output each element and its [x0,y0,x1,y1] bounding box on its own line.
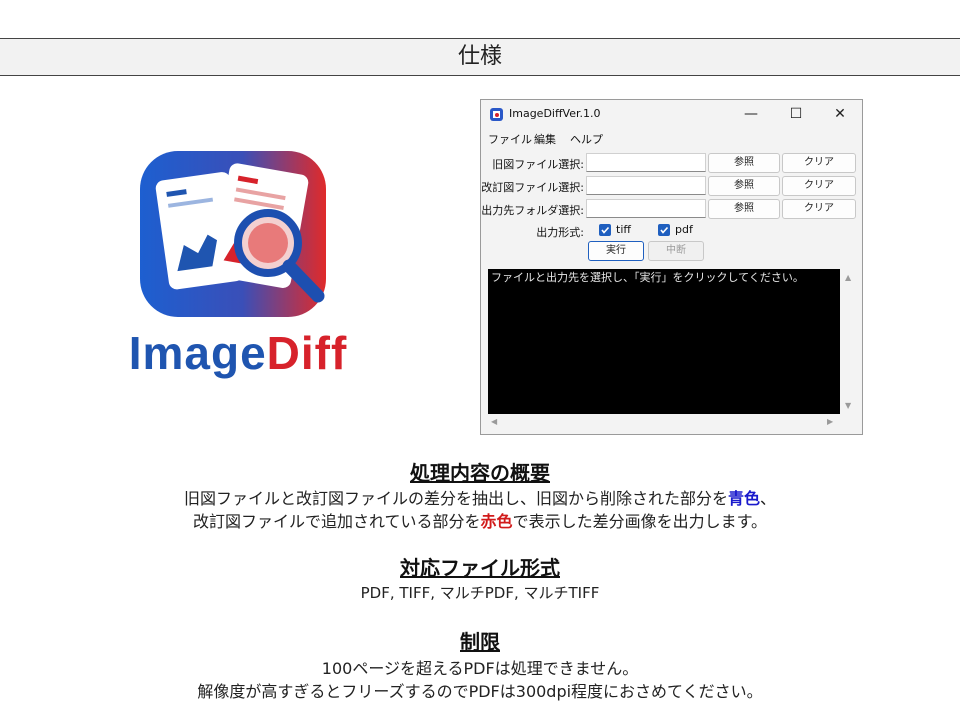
tiff-checkbox-label: tiff [616,223,631,236]
formats-heading: 対応ファイル形式 [400,556,560,580]
overview-heading: 処理内容の概要 [410,461,550,485]
menu-bar: ファイル 編集 ヘルプ [481,128,862,148]
new-file-input[interactable] [586,176,706,195]
pdf-checkbox[interactable] [658,224,670,236]
app-window: ImageDiffVer.1.0 — ☐ ✕ ファイル 編集 ヘルプ 旧図ファイ… [480,99,863,435]
new-file-clear-button[interactable]: クリア [782,176,856,196]
app-logo-icon [140,151,326,317]
slide-title: 仕様 [0,38,960,76]
check-icon [660,226,669,234]
old-file-label: 旧図ファイル選択: [492,158,584,171]
new-file-browse-button[interactable]: 参照 [708,176,780,196]
new-file-label: 改訂図ファイル選択: [481,181,584,194]
console-horizontal-scrollbar[interactable]: ◀ ▶ [488,414,840,430]
console-vertical-scrollbar[interactable]: ▲ ▼ [840,269,857,414]
overview-line-1-text: 旧図ファイルと改訂図ファイルの差分を抽出し、旧図から削除された部分を [183,489,728,508]
output-format-label: 出力形式: [536,226,584,239]
window-title: ImageDiffVer.1.0 [509,107,601,120]
app-small-icon [490,108,503,121]
logo-wordmark: ImageDiff [108,326,368,380]
blue-keyword: 青色 [727,489,760,508]
old-file-browse-button[interactable]: 参照 [708,153,780,173]
old-file-input[interactable] [586,153,706,172]
maximize-button[interactable]: ☐ [776,103,816,125]
output-folder-clear-button[interactable]: クリア [782,199,856,219]
imagediff-logo: ImageDiff [108,148,368,398]
pdf-checkbox-label: pdf [675,223,693,236]
logo-word-diff: Diff [266,327,348,379]
check-icon [601,226,610,234]
limits-line-1: 100ページを超えるPDFは処理できません。 [321,659,639,678]
overview-line-2-text: 改訂図ファイルで追加されている部分を [193,512,481,531]
overview-line-2-end: で表示した差分画像を出力します。 [512,512,767,531]
close-button[interactable]: ✕ [820,103,860,125]
old-file-clear-button[interactable]: クリア [782,153,856,173]
red-keyword: 赤色 [480,512,513,531]
menu-file[interactable]: ファイル [488,131,532,147]
overview-line-1: 旧図ファイルと改訂図ファイルの差分を抽出し、旧図から削除された部分を青色、 [0,485,960,509]
logo-word-image: Image [128,327,267,379]
limits-heading: 制限 [460,630,500,654]
scroll-up-icon[interactable]: ▲ [845,273,851,282]
output-folder-label: 出力先フォルダ選択: [481,204,584,217]
run-button[interactable]: 実行 [588,241,644,261]
tiff-checkbox[interactable] [599,224,611,236]
menu-help[interactable]: ヘルプ [570,131,603,147]
window-titlebar: ImageDiffVer.1.0 — ☐ ✕ [481,100,862,128]
output-folder-input[interactable] [586,199,706,218]
scroll-right-icon[interactable]: ▶ [827,417,833,426]
limits-line-2: 解像度が高すぎるとフリーズするのでPDFは300dpi程度におさめてください。 [197,682,763,701]
overview-line-1-end: 、 [760,489,777,508]
stop-button[interactable]: 中断 [648,241,704,261]
menu-edit[interactable]: 編集 [534,131,556,147]
scroll-down-icon[interactable]: ▼ [845,401,851,410]
scroll-left-icon[interactable]: ◀ [491,417,497,426]
output-folder-browse-button[interactable]: 参照 [708,199,780,219]
minimize-button[interactable]: — [731,103,771,125]
overview-line-2: 改訂図ファイルで追加されている部分を赤色で表示した差分画像を出力します。 [0,508,960,532]
log-console[interactable]: ファイルと出力先を選択し、「実行」をクリックしてください。 [488,269,840,414]
formats-text: PDF, TIFF, マルチPDF, マルチTIFF [360,584,600,602]
